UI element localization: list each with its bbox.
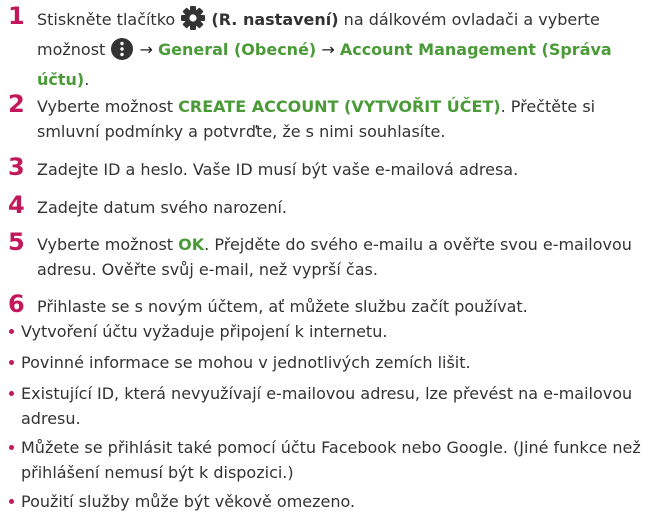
step-text: Vyberte možnost OK. Přejděte do svého e-… bbox=[37, 232, 647, 282]
step-text: Přihlaste se s novým účtem, ať můžete sl… bbox=[37, 297, 528, 316]
step-text: Zadejte datum svého narození. bbox=[37, 198, 287, 217]
step-number: 4 bbox=[8, 191, 25, 219]
more-options-icon bbox=[110, 38, 134, 67]
bullet-icon bbox=[9, 445, 14, 450]
step-text: Zadejte ID a heslo. Vaše ID musí být vaš… bbox=[37, 160, 519, 179]
step-text-part: Vyberte možnost bbox=[37, 97, 174, 116]
create-account-option: CREATE ACCOUNT (VYTVOŘIT ÚČET) bbox=[178, 97, 501, 116]
step-number: 1 bbox=[8, 2, 25, 30]
gear-icon bbox=[180, 6, 206, 37]
arrow: → bbox=[139, 40, 153, 59]
note-text: Povinné informace se mohou v jednotlivýc… bbox=[21, 353, 471, 372]
note-text: Použití služby může být věkově omezeno. bbox=[21, 492, 356, 511]
bullet-icon bbox=[9, 499, 14, 504]
menu-path-general: General (Obecné) bbox=[158, 40, 317, 59]
step-text-end: . bbox=[84, 70, 90, 89]
bullet-icon bbox=[9, 391, 14, 396]
note-text: Můžete se přihlásit také pomocí účtu Fac… bbox=[21, 438, 641, 482]
note-text: Existující ID, která nevyužívají e-mailo… bbox=[21, 384, 633, 428]
step-number: 3 bbox=[8, 153, 25, 181]
step-number: 6 bbox=[8, 290, 25, 318]
bullet-icon bbox=[9, 360, 14, 365]
step-number: 2 bbox=[8, 90, 25, 118]
arrow: → bbox=[321, 40, 335, 59]
step-number: 5 bbox=[8, 228, 25, 256]
instruction-page: 1 Stiskněte tlačítko (R. nastavení) na d… bbox=[0, 0, 653, 516]
step-text-part: Vyberte možnost bbox=[37, 235, 174, 254]
bullet-icon bbox=[9, 329, 14, 334]
step-text-part: Stiskněte tlačítko bbox=[37, 10, 176, 29]
step-text: Stiskněte tlačítko (R. nastavení) na dál… bbox=[37, 6, 647, 92]
note-text: Vytvoření účtu vyžaduje připojení k inte… bbox=[21, 322, 388, 341]
step-text: Vyberte možnost CREATE ACCOUNT (VYTVOŘIT… bbox=[37, 94, 647, 144]
ok-option: OK bbox=[178, 235, 205, 254]
settings-button-label: (R. nastavení) bbox=[211, 10, 339, 29]
